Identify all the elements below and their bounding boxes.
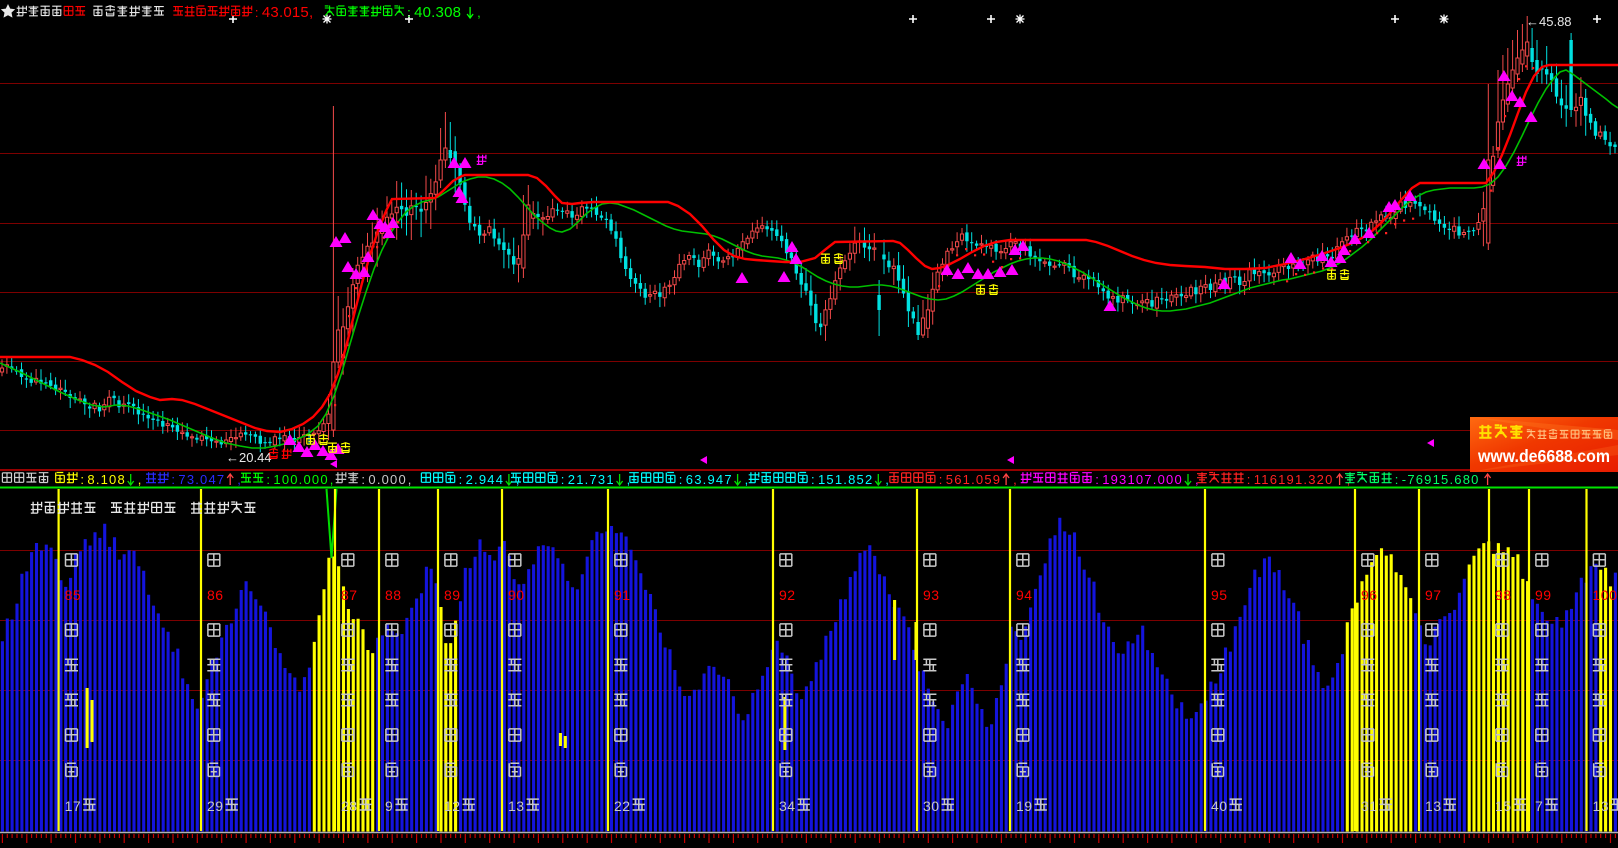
svg-text::: :	[811, 472, 815, 487]
svg-text:17: 17	[65, 798, 82, 814]
svg-text:561.059: 561.059	[946, 472, 1001, 487]
svg-text:15: 15	[1495, 798, 1512, 814]
svg-text::: :	[1395, 472, 1399, 487]
svg-text:31: 31	[1361, 798, 1378, 814]
svg-text:85: 85	[65, 587, 82, 603]
svg-text:98: 98	[1495, 587, 1512, 603]
svg-text:95: 95	[1211, 587, 1228, 603]
svg-text:89: 89	[444, 587, 461, 603]
svg-text:,: ,	[138, 472, 142, 487]
svg-text:←45.88: ←45.88	[1526, 14, 1572, 29]
svg-text::: :	[255, 5, 259, 20]
svg-text::: :	[266, 472, 270, 487]
svg-text::: :	[407, 5, 411, 20]
svg-text:73.047: 73.047	[178, 472, 225, 487]
svg-text:92: 92	[779, 587, 796, 603]
svg-text:www.de6688.com: www.de6688.com	[1477, 446, 1610, 466]
svg-text:100.000: 100.000	[273, 472, 328, 487]
svg-text:21.731: 21.731	[568, 472, 615, 487]
svg-text:29: 29	[207, 798, 224, 814]
svg-text::: :	[80, 472, 84, 487]
svg-text::: :	[171, 472, 175, 487]
svg-text:63.947: 63.947	[686, 472, 733, 487]
svg-text:-76915.680: -76915.680	[1402, 472, 1480, 487]
svg-text:,: ,	[745, 472, 749, 487]
svg-text:,: ,	[885, 472, 889, 487]
svg-text:90: 90	[508, 587, 525, 603]
svg-text::: :	[1095, 472, 1099, 487]
svg-text:193107.000: 193107.000	[1102, 472, 1183, 487]
svg-text:40: 40	[1211, 798, 1228, 814]
svg-text:,: ,	[477, 5, 481, 20]
svg-text:99: 99	[1535, 587, 1552, 603]
svg-text:0.000: 0.000	[368, 472, 407, 487]
svg-text:13: 13	[1425, 798, 1442, 814]
svg-text:100: 100	[1593, 587, 1618, 603]
svg-text:30: 30	[923, 798, 940, 814]
svg-text::: :	[361, 472, 365, 487]
svg-text:19: 19	[1016, 798, 1033, 814]
svg-text:7: 7	[1535, 798, 1543, 814]
svg-text:97: 97	[1425, 587, 1442, 603]
svg-text:9: 9	[385, 798, 393, 814]
svg-text:86: 86	[207, 587, 224, 603]
svg-text:116191.320: 116191.320	[1254, 472, 1334, 487]
svg-text:34: 34	[779, 798, 796, 814]
svg-text::: :	[1247, 472, 1251, 487]
svg-text:22: 22	[614, 798, 631, 814]
svg-text:88: 88	[385, 587, 402, 603]
svg-text:40.308: 40.308	[414, 4, 461, 21]
svg-text:,: ,	[330, 472, 334, 487]
svg-text::: :	[561, 472, 565, 487]
svg-text::: :	[939, 472, 943, 487]
svg-text:94: 94	[1016, 587, 1033, 603]
svg-text::: :	[679, 472, 683, 487]
svg-text::: :	[459, 472, 463, 487]
svg-text:8.108: 8.108	[87, 472, 126, 487]
svg-text:13: 13	[1593, 798, 1610, 814]
svg-text:,: ,	[408, 472, 412, 487]
svg-text:87: 87	[341, 587, 358, 603]
svg-text:,: ,	[1013, 472, 1017, 487]
svg-text:2.944: 2.944	[466, 472, 505, 487]
svg-text:43.015,: 43.015,	[262, 4, 313, 21]
svg-text:,: ,	[237, 472, 241, 487]
svg-text:151.852: 151.852	[818, 472, 873, 487]
svg-text:93: 93	[923, 587, 940, 603]
svg-text:91: 91	[614, 587, 631, 603]
svg-text:←20.44: ←20.44	[226, 450, 272, 465]
svg-text:12: 12	[444, 798, 461, 814]
svg-text:28: 28	[341, 798, 358, 814]
svg-text:13: 13	[508, 798, 525, 814]
svg-text:96: 96	[1361, 587, 1378, 603]
